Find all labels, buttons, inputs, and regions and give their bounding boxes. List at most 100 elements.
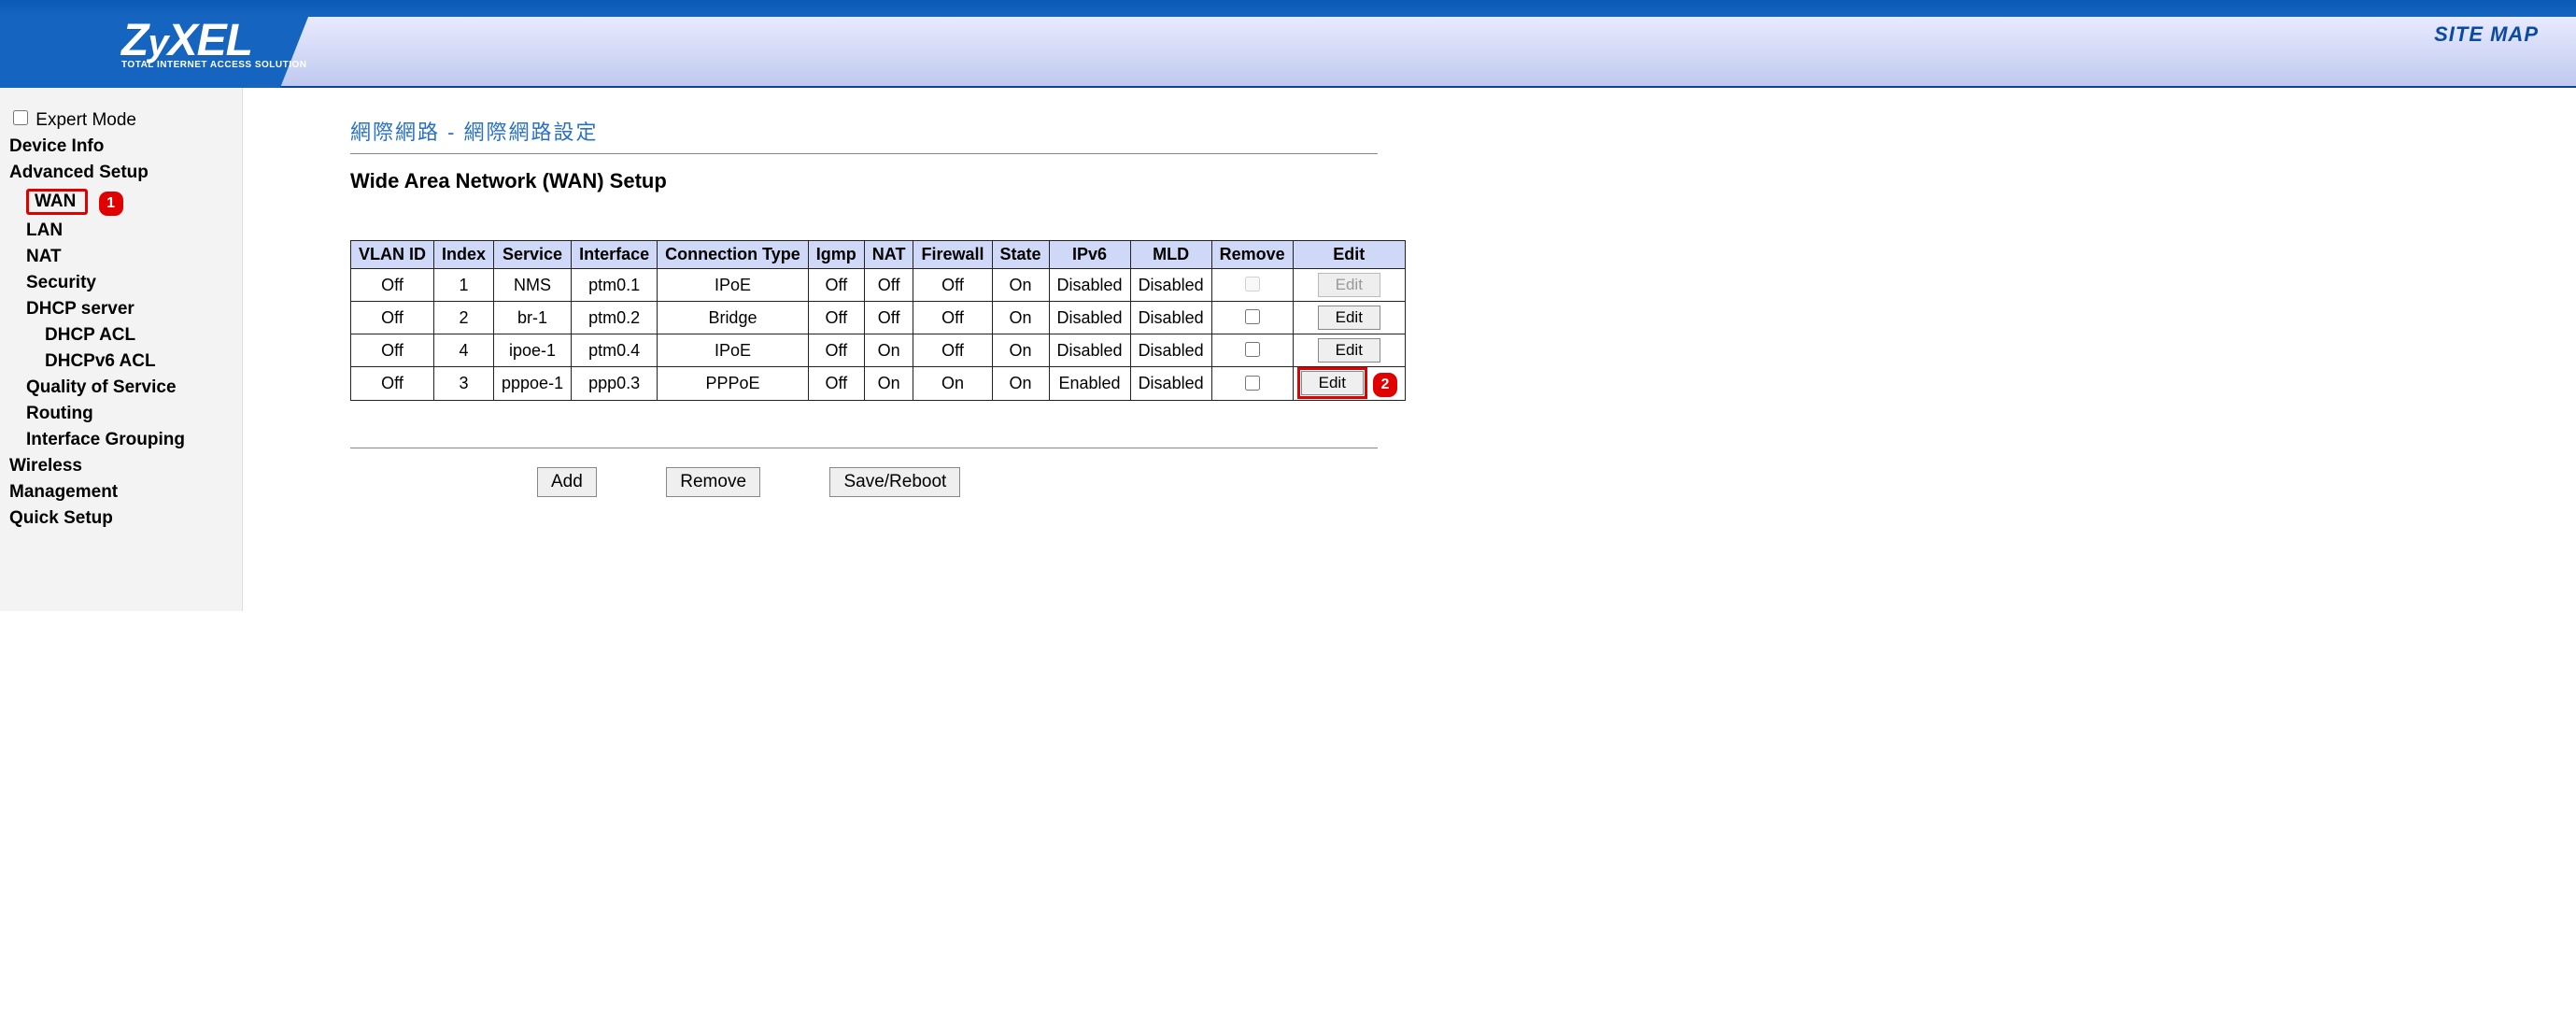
- wan-col-11: Remove: [1211, 241, 1293, 269]
- main-content: 網際網路 - 網際網路設定 Wide Area Network (WAN) Se…: [243, 88, 1482, 611]
- table-cell: On: [864, 367, 913, 401]
- table-cell: On: [864, 334, 913, 367]
- wan-col-0: VLAN ID: [351, 241, 434, 269]
- edit-cell: Edit 2: [1293, 367, 1405, 401]
- table-cell: Bridge: [658, 302, 809, 334]
- edit-button[interactable]: Edit: [1318, 306, 1380, 330]
- table-cell: Off: [351, 302, 434, 334]
- table-cell: Off: [864, 302, 913, 334]
- remove-checkbox[interactable]: [1245, 309, 1260, 324]
- table-cell: 2: [434, 302, 494, 334]
- brand-logo: ZyXEL TOTAL INTERNET ACCESS SOLUTION: [121, 19, 307, 70]
- action-button-row: Add Remove Save/Reboot: [350, 467, 1445, 497]
- brand-name: ZyXEL: [121, 19, 307, 64]
- sidebar-item-wan[interactable]: WAN: [26, 189, 88, 215]
- sidebar-item-interface-grouping[interactable]: Interface Grouping: [26, 430, 185, 450]
- annotation-badge-2: 2: [1373, 373, 1397, 397]
- table-cell: PPPoE: [658, 367, 809, 401]
- remove-cell: [1211, 367, 1293, 401]
- edit-button[interactable]: Edit: [1318, 338, 1380, 363]
- divider-top: [350, 153, 1378, 154]
- table-cell: Off: [808, 269, 864, 302]
- table-cell: 3: [434, 367, 494, 401]
- table-cell: IPoE: [658, 334, 809, 367]
- sidebar-item-routing[interactable]: Routing: [26, 404, 93, 424]
- table-cell: Disabled: [1130, 269, 1211, 302]
- wan-col-2: Service: [494, 241, 572, 269]
- add-button[interactable]: Add: [537, 467, 597, 497]
- table-cell: Disabled: [1049, 334, 1130, 367]
- expert-mode-row: Expert Mode: [9, 105, 236, 134]
- remove-checkbox[interactable]: [1245, 342, 1260, 357]
- table-row: Off1NMSptm0.1IPoEOffOffOffOnDisabledDisa…: [351, 269, 1406, 302]
- table-row: Off4ipoe-1ptm0.4IPoEOffOnOffOnDisabledDi…: [351, 334, 1406, 367]
- table-cell: On: [992, 302, 1049, 334]
- edit-button[interactable]: Edit: [1301, 371, 1364, 395]
- table-cell: ptm0.4: [572, 334, 658, 367]
- table-cell: Disabled: [1130, 334, 1211, 367]
- sidebar-item-lan[interactable]: LAN: [26, 220, 63, 241]
- wan-col-5: Igmp: [808, 241, 864, 269]
- table-cell: On: [992, 367, 1049, 401]
- table-cell: Off: [913, 334, 992, 367]
- sitemap-link[interactable]: SITE MAP: [2434, 22, 2539, 47]
- sidebar-item-quick-setup[interactable]: Quick Setup: [9, 508, 113, 529]
- sidebar-item-nat[interactable]: NAT: [26, 247, 62, 267]
- remove-cell: [1211, 269, 1293, 302]
- remove-cell: [1211, 334, 1293, 367]
- table-cell: Off: [864, 269, 913, 302]
- remove-checkbox: [1245, 277, 1260, 292]
- sidebar-item-dhcp-server[interactable]: DHCP server: [26, 299, 134, 320]
- expert-mode-checkbox[interactable]: [13, 110, 28, 125]
- sidebar-item-device-info[interactable]: Device Info: [9, 136, 104, 157]
- table-cell: Off: [808, 302, 864, 334]
- sidebar-item-dhcpv6-acl[interactable]: DHCPv6 ACL: [45, 351, 156, 372]
- table-row: Off2br-1ptm0.2BridgeOffOffOffOnDisabledD…: [351, 302, 1406, 334]
- header-bar: ZyXEL TOTAL INTERNET ACCESS SOLUTION SIT…: [0, 17, 2576, 88]
- sidebar-item-security[interactable]: Security: [26, 273, 96, 293]
- table-cell: 1: [434, 269, 494, 302]
- edit-cell: Edit: [1293, 269, 1405, 302]
- table-cell: ppp0.3: [572, 367, 658, 401]
- table-row: Off3pppoe-1ppp0.3PPPoEOffOnOnOnEnabledDi…: [351, 367, 1406, 401]
- table-cell: ptm0.1: [572, 269, 658, 302]
- expert-mode-label: Expert Mode: [35, 110, 136, 130]
- wan-col-12: Edit: [1293, 241, 1405, 269]
- sidebar-item-qos[interactable]: Quality of Service: [26, 377, 177, 398]
- table-cell: ipoe-1: [494, 334, 572, 367]
- edit-cell: Edit: [1293, 302, 1405, 334]
- table-cell: Off: [913, 269, 992, 302]
- wan-col-3: Interface: [572, 241, 658, 269]
- table-cell: Disabled: [1049, 269, 1130, 302]
- table-cell: Off: [913, 302, 992, 334]
- table-cell: On: [992, 269, 1049, 302]
- edit-button: Edit: [1318, 273, 1380, 297]
- wan-col-7: Firewall: [913, 241, 992, 269]
- breadcrumb: 網際網路 - 網際網路設定: [350, 116, 1445, 146]
- table-cell: Disabled: [1049, 302, 1130, 334]
- table-cell: On: [913, 367, 992, 401]
- header-top-stripe: [0, 0, 2576, 17]
- wan-col-8: State: [992, 241, 1049, 269]
- table-cell: Off: [808, 334, 864, 367]
- remove-button[interactable]: Remove: [666, 467, 760, 497]
- table-cell: br-1: [494, 302, 572, 334]
- wan-col-10: MLD: [1130, 241, 1211, 269]
- save-reboot-button[interactable]: Save/Reboot: [829, 467, 960, 497]
- table-cell: NMS: [494, 269, 572, 302]
- sidebar-item-dhcp-acl[interactable]: DHCP ACL: [45, 325, 135, 346]
- table-cell: Disabled: [1130, 302, 1211, 334]
- table-cell: ptm0.2: [572, 302, 658, 334]
- table-cell: Enabled: [1049, 367, 1130, 401]
- page-title: Wide Area Network (WAN) Setup: [350, 169, 1445, 193]
- annotation-badge-1: 1: [99, 192, 123, 216]
- sidebar: Expert Mode Device Info Advanced Setup W…: [0, 88, 243, 611]
- sidebar-item-advanced-setup[interactable]: Advanced Setup: [9, 163, 149, 183]
- sidebar-item-wireless[interactable]: Wireless: [9, 456, 82, 476]
- table-cell: Off: [351, 269, 434, 302]
- sidebar-item-management[interactable]: Management: [9, 482, 118, 503]
- wan-col-9: IPv6: [1049, 241, 1130, 269]
- table-cell: pppoe-1: [494, 367, 572, 401]
- remove-checkbox[interactable]: [1245, 376, 1260, 391]
- table-cell: Off: [351, 334, 434, 367]
